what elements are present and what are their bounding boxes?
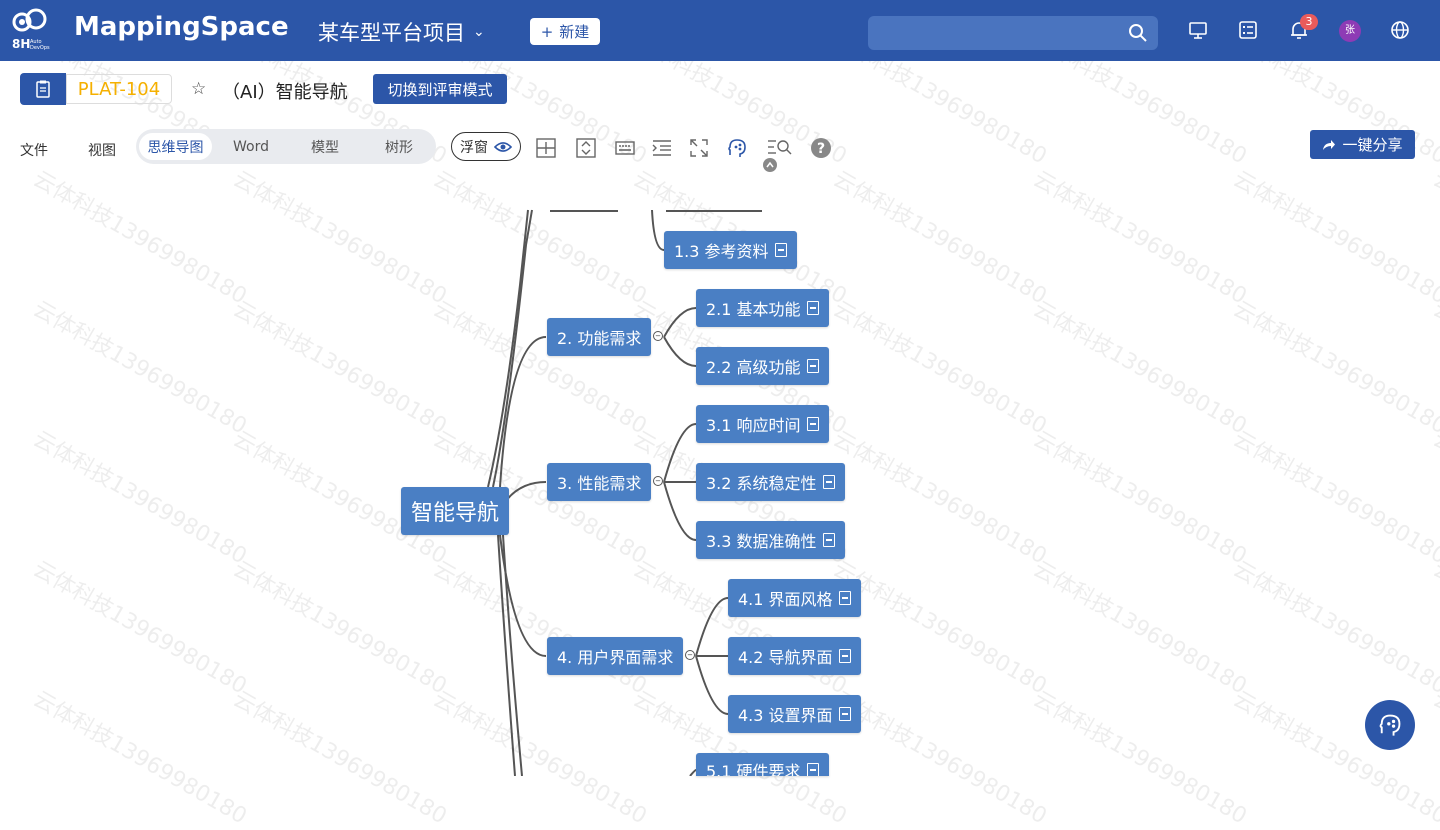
notification-badge: 3 xyxy=(1300,14,1318,30)
logo-text: MappingSpace xyxy=(74,12,289,42)
mindmap-node[interactable]: 4.3 设置界面 xyxy=(728,695,861,733)
insert-sibling-icon[interactable] xyxy=(535,137,557,159)
mindmap-branch-label: 4. 用户界面需求 xyxy=(557,648,674,667)
mindmap-node-label: 2.2 高级功能 xyxy=(706,358,801,377)
ai-assistant-button[interactable] xyxy=(1365,700,1415,750)
document-icon xyxy=(838,591,851,605)
svg-text:?: ? xyxy=(817,141,825,157)
avatar[interactable]: 张 xyxy=(1339,20,1361,42)
tab-word[interactable]: Word xyxy=(216,133,286,160)
document-icon xyxy=(774,243,787,257)
mindmap-branch-label: 3. 性能需求 xyxy=(557,474,642,493)
project-selector[interactable]: 某车型平台项目 ⌄ xyxy=(318,17,485,47)
document-icon xyxy=(806,417,819,431)
tab-mindmap[interactable]: 思维导图 xyxy=(139,133,212,160)
keyboard-icon[interactable] xyxy=(614,137,636,159)
float-window-toggle[interactable]: 浮窗 xyxy=(451,132,521,161)
mindmap-branch[interactable]: 3. 性能需求 xyxy=(547,463,652,501)
search-icon[interactable] xyxy=(1128,23,1148,43)
mindmap-node[interactable]: 3.1 响应时间 xyxy=(696,405,829,443)
ai-head-icon[interactable] xyxy=(726,137,748,159)
new-button[interactable]: + 新建 xyxy=(530,18,600,45)
share-button[interactable]: 一键分享 xyxy=(1310,130,1415,159)
menu-file[interactable]: 文件 xyxy=(20,140,48,160)
document-icon xyxy=(806,301,819,315)
mindmap-node-label: 3.1 响应时间 xyxy=(706,416,801,435)
logo-icon: 8H Auto DevOps xyxy=(12,8,50,51)
float-label: 浮窗 xyxy=(460,139,488,156)
checklist-icon[interactable] xyxy=(1237,19,1259,41)
mindmap-root[interactable]: 智能导航 xyxy=(401,487,510,535)
document-icon xyxy=(838,649,851,663)
mindmap-node-label: 4.1 界面风格 xyxy=(738,590,833,609)
collapse-toggle[interactable]: − xyxy=(685,650,695,660)
top-bar: 8H Auto DevOps MappingSpace 某车型平台项目 ⌄ + … xyxy=(0,0,1440,61)
collapse-toggle[interactable]: − xyxy=(653,476,663,486)
collapse-toggle[interactable]: − xyxy=(653,331,663,341)
svg-text:DevOps: DevOps xyxy=(30,45,50,51)
mindmap-node[interactable]: 4.1 界面风格 xyxy=(728,579,861,617)
view-mode-switch: 思维导图 Word 模型 树形 xyxy=(136,129,436,164)
review-mode-button[interactable]: 切换到评审模式 xyxy=(373,74,507,104)
mindmap-branch[interactable]: 2. 功能需求 xyxy=(547,318,652,356)
mindmap-node-label: 3.2 系统稳定性 xyxy=(706,474,817,493)
tab-tree[interactable]: 树形 xyxy=(364,133,434,160)
mindmap-node-label: 1.3 参考资料 xyxy=(674,242,769,261)
page-title: （AI）智能导航 xyxy=(222,82,348,103)
clipboard-icon xyxy=(36,80,50,98)
project-name: 某车型平台项目 xyxy=(318,21,465,45)
eye-icon xyxy=(494,141,512,152)
share-arrow-icon xyxy=(1323,139,1336,150)
document-icon xyxy=(838,707,851,721)
mindmap-node[interactable]: 3.3 数据准确性 xyxy=(696,521,845,559)
search-list-icon[interactable] xyxy=(766,137,792,159)
document-type-button[interactable] xyxy=(20,73,66,105)
document-icon xyxy=(822,475,835,489)
globe-icon[interactable] xyxy=(1389,19,1411,41)
svg-text:8H: 8H xyxy=(12,37,30,51)
mindmap-node-label: 5.1 硬件要求 xyxy=(706,762,801,777)
mindmap-node[interactable]: 3.2 系统稳定性 xyxy=(696,463,845,501)
search-input[interactable] xyxy=(868,16,1158,50)
document-id: PLAT-104 xyxy=(66,74,172,104)
mindmap-node-label: 3.3 数据准确性 xyxy=(706,532,817,551)
share-button-label: 一键分享 xyxy=(1342,136,1403,154)
mindmap-node[interactable]: 4.2 导航界面 xyxy=(728,637,861,675)
indent-icon[interactable] xyxy=(651,137,673,159)
ai-head-icon xyxy=(1379,714,1401,736)
help-icon[interactable]: ? xyxy=(810,137,832,159)
expand-collapse-icon[interactable] xyxy=(575,137,597,159)
chevron-down-icon: ⌄ xyxy=(473,24,485,40)
menu-view[interactable]: 视图 xyxy=(88,140,116,160)
new-button-label: 新建 xyxy=(559,23,590,41)
mindmap-node[interactable]: 1.3 参考资料 xyxy=(664,231,797,269)
plus-icon: + xyxy=(540,22,554,41)
mindmap-branch-label: 2. 功能需求 xyxy=(557,329,642,348)
mindmap-node-label: 2.1 基本功能 xyxy=(706,300,801,319)
document-icon xyxy=(822,533,835,547)
fullscreen-icon[interactable] xyxy=(688,137,710,159)
mindmap-node-label: 4.3 设置界面 xyxy=(738,706,833,725)
document-icon xyxy=(806,359,819,373)
mindmap-node[interactable]: 5.1 硬件要求 xyxy=(696,753,829,776)
monitor-icon[interactable] xyxy=(1187,19,1209,41)
mindmap-node[interactable]: 2.2 高级功能 xyxy=(696,347,829,385)
tab-model[interactable]: 模型 xyxy=(290,133,360,160)
mindmap-node[interactable]: 2.1 基本功能 xyxy=(696,289,829,327)
star-icon[interactable]: ☆ xyxy=(191,79,206,99)
mindmap-branch[interactable]: 4. 用户界面需求 xyxy=(547,637,684,675)
document-icon xyxy=(806,763,819,776)
mindmap-node-label: 4.2 导航界面 xyxy=(738,648,833,667)
